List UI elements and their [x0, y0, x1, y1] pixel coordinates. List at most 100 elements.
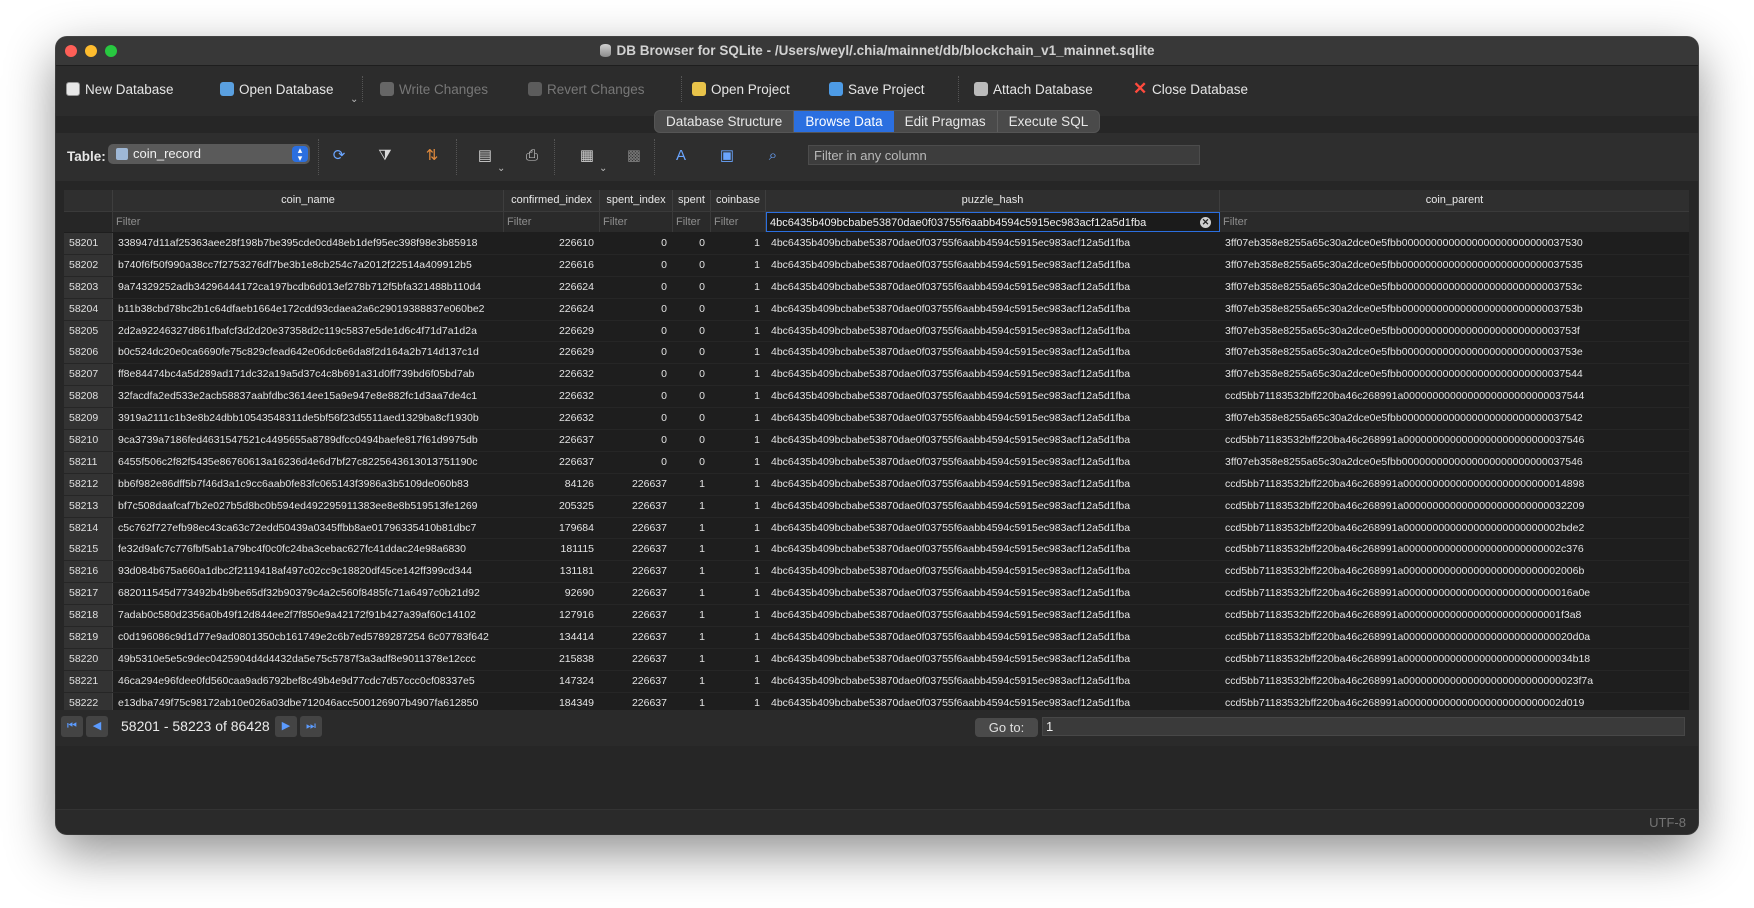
save-table-icon[interactable]: ▤: [476, 147, 494, 165]
cell-confirmed-index[interactable]: 226629: [504, 342, 600, 363]
cell-confirmed-index[interactable]: 131181: [504, 561, 600, 582]
cell-confirmed-index[interactable]: 127916: [504, 605, 600, 626]
cell-coin-parent[interactable]: ccd5bb71183532bff220ba46c268991a00000000…: [1220, 583, 1689, 604]
cell-coinbase[interactable]: 1: [711, 277, 766, 298]
cell-coinbase[interactable]: 1: [711, 496, 766, 517]
row-number[interactable]: 58201: [64, 233, 113, 254]
table-row[interactable]: 58210 9ca3739a7186fed4631547521c4495655a8…: [64, 430, 1689, 452]
cell-puzzle-hash[interactable]: 4bc6435b409bcbabe53870dae0f03755f6aabb45…: [766, 627, 1220, 648]
cell-coinbase[interactable]: 1: [711, 605, 766, 626]
tab-database-structure[interactable]: Database Structure: [655, 111, 795, 132]
cell-coin-parent[interactable]: ccd5bb71183532bff220ba46c268991a00000000…: [1220, 430, 1689, 451]
cell-puzzle-hash[interactable]: 4bc6435b409bcbabe53870dae0f03755f6aabb45…: [766, 583, 1220, 604]
cell-coin-name[interactable]: c0d196086c9d1d77e9ad0801350cb161749e2c6b…: [113, 627, 504, 648]
cell-puzzle-hash[interactable]: 4bc6435b409bcbabe53870dae0f03755f6aabb45…: [766, 649, 1220, 670]
table-row[interactable]: 58207 ff8e84474bc4a5d289ad171dc32a19a5d37…: [64, 364, 1689, 387]
cell-spent[interactable]: 1: [673, 649, 711, 670]
cell-coin-parent[interactable]: ccd5bb71183532bff220ba46c268991a00000000…: [1220, 649, 1689, 670]
cell-coin-name[interactable]: 682011545d773492b4b9be65df32b90379c4a2c5…: [113, 583, 504, 604]
cell-coin-parent[interactable]: ccd5bb71183532bff220ba46c268991a00000000…: [1220, 518, 1689, 539]
cell-coin-name[interactable]: 9a74329252adb34296444172ca197bcdb6d013ef…: [113, 277, 504, 298]
global-filter-input[interactable]: [808, 145, 1200, 165]
row-number[interactable]: 58206: [64, 342, 113, 364]
cell-puzzle-hash[interactable]: 4bc6435b409bcbabe53870dae0f03755f6aabb45…: [766, 255, 1220, 276]
row-number[interactable]: 58213: [64, 495, 113, 517]
table-row[interactable]: 58212 bb6f982e86dff5b7f46d3a1c9cc6aab0fe8…: [64, 473, 1689, 496]
cell-coin-name[interactable]: e13dba749f75c98172ab10e026a03dbe712046ac…: [113, 693, 504, 710]
table-row[interactable]: 58205 2d2a92246327d861fbafcf3d2d20e37358d…: [64, 320, 1689, 343]
cell-coinbase[interactable]: 1: [711, 364, 766, 385]
cell-coinbase[interactable]: 1: [711, 539, 766, 560]
row-number[interactable]: 58219: [64, 627, 113, 649]
cell-puzzle-hash[interactable]: 4bc6435b409bcbabe53870dae0f03755f6aabb45…: [766, 518, 1220, 539]
cell-spent-index[interactable]: 226637: [600, 518, 673, 539]
table-row[interactable]: 58220 49b5310e5e5c9dec0425904d4d4432da5e7…: [64, 648, 1689, 671]
cell-confirmed-index[interactable]: 226616: [504, 255, 600, 276]
cell-confirmed-index[interactable]: 226624: [504, 299, 600, 320]
refresh-icon[interactable]: ⟳: [330, 147, 348, 165]
cell-coin-parent[interactable]: 3ff07eb358e8255a65c30a2dce0e5fbb00000000…: [1220, 299, 1689, 320]
tab-browse-data[interactable]: Browse Data: [794, 111, 894, 132]
cell-puzzle-hash[interactable]: 4bc6435b409bcbabe53870dae0f03755f6aabb45…: [766, 430, 1220, 451]
table-row[interactable]: 58215 fe32d9afc7c776fbf5ab1a79bc4f0c0fc24…: [64, 539, 1689, 562]
cell-spent-index[interactable]: 226637: [600, 671, 673, 692]
cell-confirmed-index[interactable]: 134414: [504, 627, 600, 648]
cell-coin-name[interactable]: ff8e84474bc4a5d289ad171dc32a19a5d37c4c8b…: [113, 364, 504, 385]
cell-spent-index[interactable]: 0: [600, 255, 673, 276]
cell-coinbase[interactable]: 1: [711, 627, 766, 648]
table-row[interactable]: 58211 6455f506c2f82f5435e86760613a16236d4…: [64, 451, 1689, 474]
cell-spent[interactable]: 1: [673, 496, 711, 517]
open-database-dropdown-icon[interactable]: ⌄: [350, 94, 358, 105]
row-number[interactable]: 58216: [64, 561, 113, 583]
cell-coin-parent[interactable]: 3ff07eb358e8255a65c30a2dce0e5fbb00000000…: [1220, 364, 1689, 385]
row-number[interactable]: 58217: [64, 583, 113, 605]
cell-coin-name[interactable]: 7adab0c580d2356a0b49f12d844ee2f7f850e9a4…: [113, 605, 504, 626]
cell-coinbase[interactable]: 1: [711, 299, 766, 320]
cell-coin-parent[interactable]: ccd5bb71183532bff220ba46c268991a00000000…: [1220, 627, 1689, 648]
row-number[interactable]: 58214: [64, 517, 113, 539]
insert-record-icon[interactable]: ▦: [578, 147, 596, 165]
go-to-button[interactable]: Go to:: [975, 718, 1038, 737]
row-number[interactable]: 58220: [64, 648, 113, 670]
tab-edit-pragmas[interactable]: Edit Pragmas: [894, 111, 998, 132]
cell-confirmed-index[interactable]: 181115: [504, 539, 600, 560]
cell-spent-index[interactable]: 0: [600, 430, 673, 451]
cell-coin-parent[interactable]: ccd5bb71183532bff220ba46c268991a00000000…: [1220, 561, 1689, 582]
cell-confirmed-index[interactable]: 179684: [504, 518, 600, 539]
open-database-button[interactable]: Open Database: [220, 78, 334, 100]
cell-puzzle-hash[interactable]: 4bc6435b409bcbabe53870dae0f03755f6aabb45…: [766, 233, 1220, 254]
next-page-button[interactable]: ▶: [275, 716, 297, 737]
cell-coin-name[interactable]: 2d2a92246327d861fbafcf3d2d20e37358d2c119…: [113, 321, 504, 342]
table-row[interactable]: 58202 b740f6f50f990a38cc7f2753276df7be3b1…: [64, 254, 1689, 277]
cell-coin-name[interactable]: 46ca294e96fdee0fd560caa9ad6792bef8c49b4e…: [113, 671, 504, 692]
table-row[interactable]: 58213 bf7c508daafcaf7b2e027b5d8bc0b594ed4…: [64, 495, 1689, 518]
cell-confirmed-index[interactable]: 226624: [504, 277, 600, 298]
table-row[interactable]: 58204 b11b38cbd78bc2b1c64dfaeb1664e172cdd…: [64, 298, 1689, 321]
filter-coin-parent[interactable]: Filter: [1220, 212, 1689, 232]
cell-confirmed-index[interactable]: 205325: [504, 496, 600, 517]
cell-spent-index[interactable]: 0: [600, 452, 673, 473]
cell-spent-index[interactable]: 0: [600, 342, 673, 363]
table-row[interactable]: 58214 c5c762f727efb98ec43ca63c72edd50439a…: [64, 517, 1689, 540]
table-row[interactable]: 58216 93d084b675a660a1dbc2f2119418af497c0…: [64, 561, 1689, 584]
cell-coin-name[interactable]: fe32d9afc7c776fbf5ab1a79bc4f0c0fc24ba3ce…: [113, 539, 504, 560]
tab-execute-sql[interactable]: Execute SQL: [998, 111, 1100, 132]
go-to-input[interactable]: [1042, 717, 1685, 736]
cell-spent[interactable]: 1: [673, 583, 711, 604]
cell-puzzle-hash[interactable]: 4bc6435b409bcbabe53870dae0f03755f6aabb45…: [766, 561, 1220, 582]
cell-spent-index[interactable]: 0: [600, 386, 673, 407]
clear-filter-icon[interactable]: ✕: [1200, 217, 1211, 228]
row-number-header[interactable]: [64, 190, 113, 211]
cell-puzzle-hash[interactable]: 4bc6435b409bcbabe53870dae0f03755f6aabb45…: [766, 386, 1220, 407]
table-row[interactable]: 58208 32facdfa2ed533e2acb58837aabfdbc3614…: [64, 386, 1689, 409]
column-header-confirmed-index[interactable]: confirmed_index: [504, 190, 600, 211]
cell-puzzle-hash[interactable]: 4bc6435b409bcbabe53870dae0f03755f6aabb45…: [766, 321, 1220, 342]
previous-page-button[interactable]: ◀: [86, 716, 108, 737]
close-database-button[interactable]: ✕ Close Database: [1133, 78, 1248, 100]
row-number[interactable]: 58218: [64, 605, 113, 627]
cell-puzzle-hash[interactable]: 4bc6435b409bcbabe53870dae0f03755f6aabb45…: [766, 299, 1220, 320]
cell-spent[interactable]: 0: [673, 342, 711, 363]
cell-puzzle-hash[interactable]: 4bc6435b409bcbabe53870dae0f03755f6aabb45…: [766, 605, 1220, 626]
cell-confirmed-index[interactable]: 215838: [504, 649, 600, 670]
cell-coin-parent[interactable]: 3ff07eb358e8255a65c30a2dce0e5fbb00000000…: [1220, 452, 1689, 473]
